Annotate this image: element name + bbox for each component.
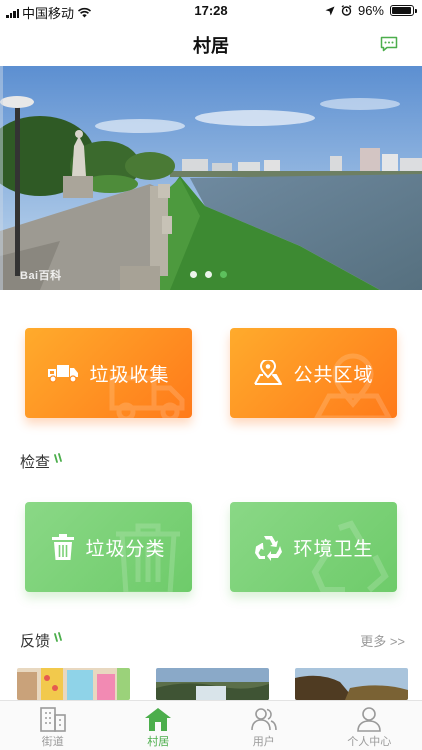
banner-watermark: Bai百科: [20, 270, 62, 282]
carousel-dot-active[interactable]: [220, 271, 227, 278]
message-icon[interactable]: [380, 36, 398, 52]
home-icon: [145, 708, 172, 731]
section-title-inspection: 检查: [20, 454, 51, 471]
card-label: 公共区域: [293, 364, 374, 386]
card-label: 环境卫生: [293, 538, 374, 560]
feedback-image: [17, 668, 130, 700]
location-arrow-icon: [325, 6, 335, 15]
banner-carousel[interactable]: [0, 66, 422, 290]
ticks-icon: [54, 631, 62, 642]
battery-percent: 96%: [357, 3, 384, 18]
feedback-thumbnail[interactable]: [17, 668, 130, 700]
feedback-image: [156, 668, 269, 700]
section-title-feedback: 反馈: [20, 633, 51, 650]
tab-label: 街道: [41, 736, 64, 748]
section-inspection: 检查: [20, 451, 65, 472]
section-feedback: 反馈: [20, 630, 65, 651]
feedback-image: [295, 668, 408, 700]
alarm-icon: [341, 5, 352, 16]
tab-street[interactable]: 街道: [0, 701, 106, 750]
card-label: 垃圾分类: [85, 538, 166, 560]
trash-icon: [51, 533, 75, 561]
users-icon: [250, 708, 277, 731]
nav-bar: 村居: [0, 22, 422, 66]
card-sanitation[interactable]: 环境卫生: [230, 502, 397, 592]
truck-icon: [47, 363, 79, 383]
card-public-area[interactable]: 公共区域: [230, 328, 397, 418]
page-title: 村居: [193, 36, 229, 56]
recycle-icon: [253, 533, 283, 561]
more-link[interactable]: 更多 >>: [360, 631, 405, 650]
tab-label: 个人中心: [347, 736, 392, 748]
tab-profile[interactable]: 个人中心: [317, 701, 422, 750]
map-pin-icon: [253, 360, 283, 386]
card-label: 垃圾收集: [89, 364, 170, 386]
tab-label: 用户: [252, 736, 275, 748]
tab-bar: 街道 村居 用户 个人中心: [0, 700, 422, 750]
banner-image: [0, 66, 422, 290]
feedback-thumbnail[interactable]: [295, 668, 408, 700]
building-icon: [39, 707, 66, 732]
status-right: 96%: [325, 3, 417, 18]
carousel-dot[interactable]: [190, 271, 197, 278]
carousel-dots: [190, 271, 227, 278]
tab-label: 村居: [147, 736, 170, 748]
battery-icon: [390, 5, 417, 16]
card-garbage-sorting[interactable]: 垃圾分类: [25, 502, 192, 592]
tab-users[interactable]: 用户: [211, 701, 317, 750]
card-garbage-collection[interactable]: 垃圾收集: [25, 328, 192, 418]
feedback-thumbnail[interactable]: [156, 668, 269, 700]
carousel-dot[interactable]: [205, 271, 212, 278]
person-icon: [357, 707, 382, 732]
tab-village[interactable]: 村居: [106, 701, 212, 750]
status-bar: 中国移动 17:28 96%: [0, 0, 422, 22]
ticks-icon: [54, 452, 62, 463]
